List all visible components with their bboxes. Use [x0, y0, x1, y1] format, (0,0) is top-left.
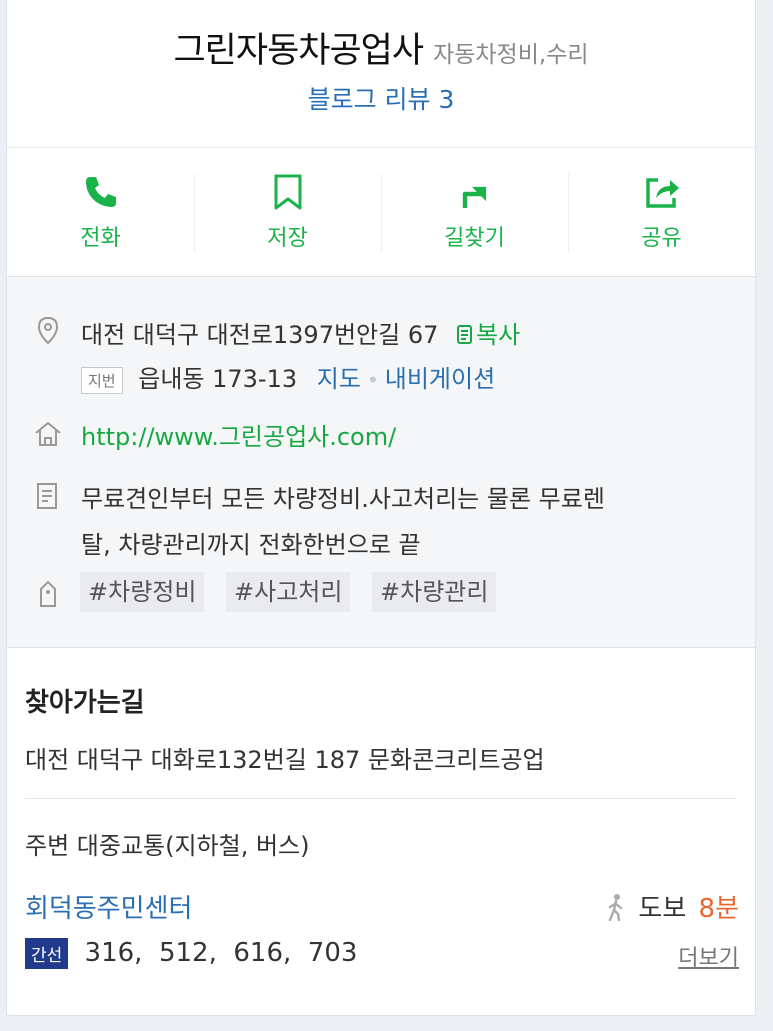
section-divider	[25, 798, 737, 799]
call-label: 전화	[80, 226, 121, 251]
walk-time: 8분	[698, 894, 739, 924]
save-label: 저장	[267, 226, 308, 251]
blog-review-link[interactable]: 블로그 리뷰 3	[308, 80, 455, 116]
bookmark-icon	[274, 174, 301, 210]
road-address-row: 대전 대덕구 대전로1397번안길 67 복사	[81, 315, 520, 350]
bus-numbers: 316, 512, 616, 703	[84, 938, 358, 968]
directions-label: 길찾기	[444, 226, 505, 251]
place-title: 그린자동차공업사	[173, 31, 424, 71]
tag-chip-2[interactable]: #사고처리	[226, 572, 351, 612]
save-button[interactable]: 저장	[194, 148, 381, 276]
jibeon-address-row: 지번 읍내동 173-13 지도 • 내비게이션	[81, 359, 495, 394]
description-line-2: 탈, 차량관리까지 전화한번으로 끝	[81, 531, 421, 559]
homepage-link[interactable]: http://www.그린공업사.com/	[81, 417, 396, 452]
place-category: 자동차정비,수리	[433, 42, 589, 68]
copy-address-button[interactable]: 복사	[456, 321, 520, 349]
jibeon-badge: 지번	[81, 366, 123, 394]
document-icon	[37, 483, 57, 509]
share-button[interactable]: 공유	[568, 148, 755, 276]
jibeon-address: 읍내동 173-13	[138, 365, 298, 393]
directions-section: 찾아가는길 대전 대덕구 대화로132번길 187 문화콘크리트공업 주변 대중…	[6, 648, 756, 1016]
title-row: 그린자동차공업사 자동차정비,수리	[7, 0, 755, 72]
tag-chip-1[interactable]: #차량정비	[80, 572, 205, 612]
directions-button[interactable]: 길찾기	[381, 148, 568, 276]
transit-title: 주변 대중교통(지하철, 버스)	[25, 832, 310, 860]
copy-label: 복사	[476, 321, 521, 349]
phone-icon	[85, 177, 116, 207]
copy-icon	[457, 325, 473, 344]
share-label: 공유	[641, 226, 682, 251]
place-header: 그린자동차공업사 자동차정비,수리 블로그 리뷰 3	[7, 0, 755, 148]
description-line-1: 무료견인부터 모든 차량정비.사고처리는 물론 무료렌	[81, 485, 605, 513]
separator-dot: •	[366, 368, 379, 392]
map-link[interactable]: 지도	[317, 365, 361, 393]
bus-type-badge: 간선	[25, 938, 69, 969]
place-header-card: 그린자동차공업사 자동차정비,수리 블로그 리뷰 3 전화 저장 길찾기 공유	[6, 0, 756, 277]
bus-stop-link[interactable]: 회덕동주민센터	[25, 888, 192, 925]
walking-person-icon	[608, 894, 623, 922]
walk-time-info: 도보 8분	[606, 888, 739, 925]
more-transit-link[interactable]: 더보기	[678, 940, 739, 972]
share-icon	[645, 178, 679, 208]
action-bar: 전화 저장 길찾기 공유	[7, 148, 755, 276]
directions-title: 찾아가는길	[25, 688, 145, 718]
directions-icon	[462, 186, 486, 208]
home-icon	[35, 421, 61, 446]
tag-chip-3[interactable]: #차량관리	[372, 572, 497, 612]
navigation-link[interactable]: 내비게이션	[385, 365, 495, 393]
tag-icon	[40, 580, 56, 607]
bus-routes-row: 간선 316, 512, 616, 703	[25, 938, 357, 969]
road-address: 대전 대덕구 대전로1397번안길 67	[81, 321, 439, 349]
location-pin-icon	[37, 316, 59, 345]
call-button[interactable]: 전화	[7, 148, 194, 276]
walk-label: 도보	[638, 894, 687, 924]
directions-text: 대전 대덕구 대화로132번길 187 문화콘크리트공업	[25, 746, 545, 774]
